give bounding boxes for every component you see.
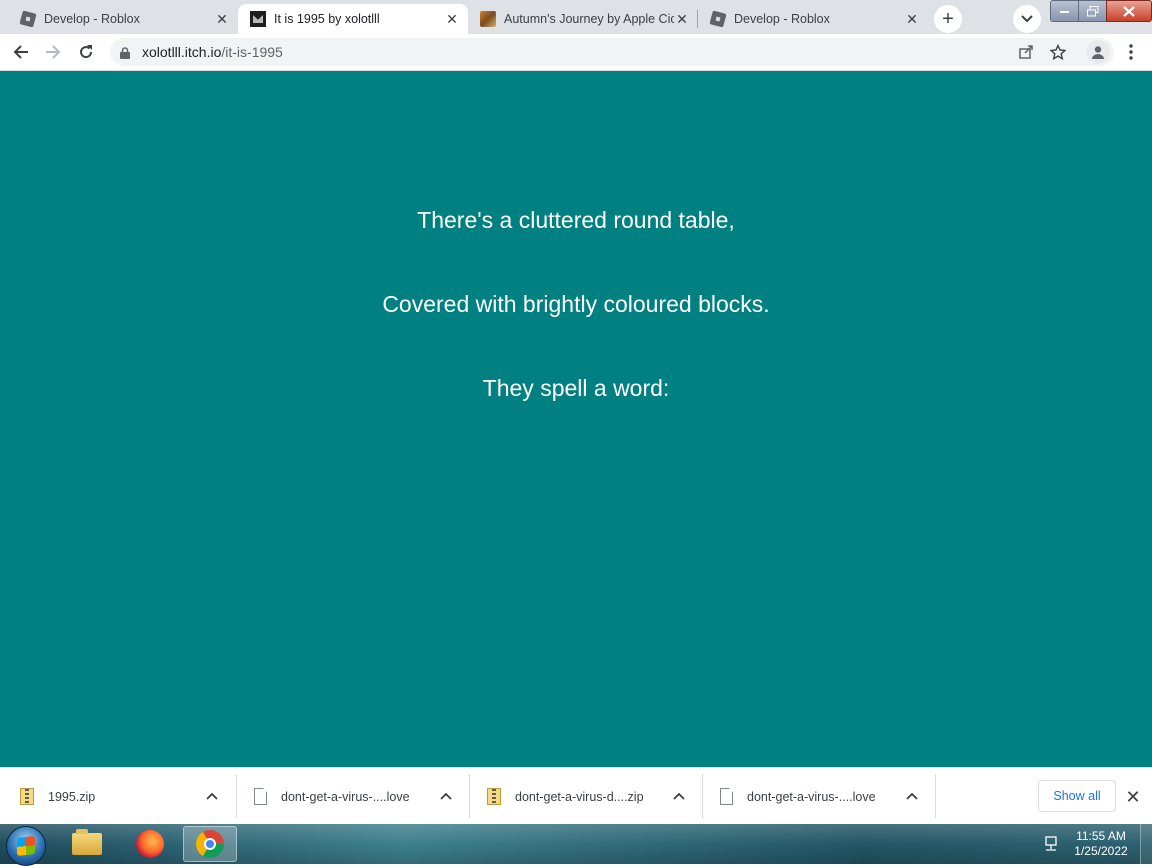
download-options-chevron-icon[interactable] [438, 788, 454, 804]
network-icon[interactable] [1043, 836, 1059, 852]
system-clock[interactable]: 11:55 AM 1/25/2022 [1064, 829, 1138, 859]
chrome-taskbar-button[interactable] [183, 826, 237, 862]
browser-menu-button[interactable] [1122, 40, 1140, 64]
restore-window-button[interactable] [1078, 0, 1107, 22]
roblox-favicon-icon [709, 10, 727, 28]
close-download-shelf-icon[interactable]: ✕ [1124, 787, 1142, 807]
start-button[interactable] [6, 826, 46, 866]
download-filename: dont-get-a-virus-d....zip [515, 789, 644, 804]
download-separator [702, 774, 703, 818]
file-icon [254, 788, 267, 805]
download-options-chevron-icon[interactable] [204, 788, 220, 804]
browser-toolbar: xolotlll.itch.io/it-is-1995 [0, 34, 1152, 71]
tab-search-button[interactable] [1013, 5, 1041, 33]
download-item[interactable]: dont-get-a-virus-....love [254, 768, 469, 825]
download-filename: dont-get-a-virus-....love [747, 789, 876, 804]
zip-file-icon [487, 788, 501, 805]
url-host: xolotlll.itch.io [142, 44, 222, 60]
close-icon [1123, 5, 1135, 17]
autumn-favicon-icon [480, 11, 496, 27]
lock-icon [120, 46, 130, 59]
firefox-taskbar-button[interactable] [123, 826, 177, 862]
show-desktop-button[interactable] [1140, 824, 1152, 864]
tab-title: Autumn's Journey by Apple Cic [504, 12, 674, 26]
tab-strip: Develop - Roblox ✕ It is 1995 by xolotll… [0, 0, 1152, 34]
restore-icon [1086, 5, 1098, 16]
address-bar[interactable]: xolotlll.itch.io/it-is-1995 [110, 38, 1114, 66]
back-button[interactable] [9, 40, 33, 64]
share-icon[interactable] [1016, 42, 1036, 62]
tab-develop-roblox-1[interactable]: Develop - Roblox ✕ [8, 4, 238, 34]
url-text: xolotlll.itch.io/it-is-1995 [142, 44, 283, 60]
tab-close-icon[interactable]: ✕ [674, 11, 690, 27]
download-options-chevron-icon[interactable] [904, 788, 920, 804]
download-item[interactable]: dont-get-a-virus-d....zip [487, 768, 702, 825]
roblox-favicon-icon [19, 10, 37, 28]
plus-icon: + [942, 7, 954, 30]
windows-taskbar: 11:55 AM 1/25/2022 [0, 824, 1152, 866]
reload-button[interactable] [74, 40, 98, 64]
minimize-window-button[interactable] [1050, 0, 1079, 22]
page-content: There's a cluttered round table, Covered… [0, 71, 1152, 767]
person-icon [1092, 46, 1104, 59]
show-all-downloads-button[interactable]: Show all [1038, 780, 1116, 812]
close-window-button[interactable] [1106, 0, 1152, 22]
download-item[interactable]: dont-get-a-virus-....love [720, 768, 935, 825]
story-line-2: Covered with brightly coloured blocks. [382, 291, 770, 317]
download-filename: dont-get-a-virus-....love [281, 789, 410, 804]
bookmark-star-icon[interactable] [1048, 42, 1068, 62]
download-separator [469, 774, 470, 818]
profile-button[interactable] [1086, 40, 1110, 64]
story-line-1: There's a cluttered round table, [417, 207, 735, 233]
tab-title: It is 1995 by xolotlll [274, 12, 380, 26]
new-tab-button[interactable]: + [934, 5, 962, 33]
firefox-icon [136, 830, 164, 858]
zip-file-icon [20, 788, 34, 805]
forward-button[interactable] [41, 40, 65, 64]
tab-title: Develop - Roblox [44, 12, 140, 26]
url-path: /it-is-1995 [221, 44, 283, 60]
download-options-chevron-icon[interactable] [671, 788, 687, 804]
folder-icon [72, 829, 102, 855]
itch-favicon-icon [250, 11, 266, 27]
chrome-icon [196, 830, 224, 858]
file-icon [720, 788, 733, 805]
kebab-menu-icon [1129, 44, 1133, 60]
arrow-left-icon [13, 45, 28, 59]
clock-time: 11:55 AM [1076, 829, 1126, 843]
chevron-down-icon [1021, 15, 1033, 23]
tab-close-icon[interactable]: ✕ [904, 11, 920, 27]
explorer-taskbar-button[interactable] [60, 826, 114, 862]
clock-date: 1/25/2022 [1074, 844, 1128, 858]
minimize-icon [1059, 11, 1069, 13]
tab-it-is-1995[interactable]: It is 1995 by xolotlll ✕ [238, 4, 468, 34]
story-line-3: They spell a word: [482, 375, 670, 401]
tab-close-icon[interactable]: ✕ [214, 11, 230, 27]
download-separator [236, 774, 237, 818]
tab-develop-roblox-2[interactable]: Develop - Roblox ✕ [698, 4, 928, 34]
download-shelf: 1995.zip dont-get-a-virus-....love dont-… [0, 767, 1152, 825]
tab-title: Develop - Roblox [734, 12, 830, 26]
tab-autumns-journey[interactable]: Autumn's Journey by Apple Cic ✕ [468, 4, 698, 34]
arrow-right-icon [46, 45, 61, 59]
reload-icon [80, 45, 93, 59]
tab-close-icon[interactable]: ✕ [444, 11, 460, 27]
download-filename: 1995.zip [48, 789, 96, 804]
download-separator [935, 774, 936, 818]
